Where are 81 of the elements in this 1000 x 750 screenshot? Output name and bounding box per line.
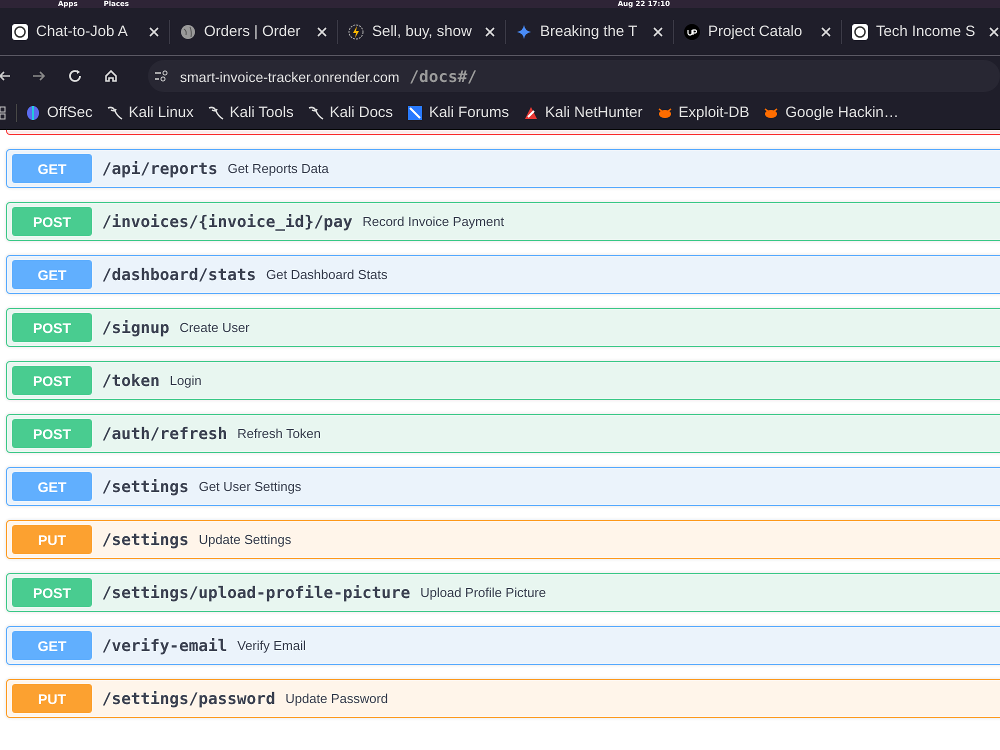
browser-tab[interactable]: Orders | Order	[170, 20, 338, 44]
browser-tab[interactable]: Sell, buy, show	[338, 20, 506, 44]
endpoint-path: /settings/password	[102, 689, 276, 708]
endpoint-card[interactable]: GET /dashboard/stats Get Dashboard Stats	[6, 255, 1000, 294]
endpoint-path: /settings	[102, 530, 189, 549]
back-icon[interactable]	[0, 69, 10, 83]
close-icon[interactable]	[653, 26, 663, 36]
browser-tab[interactable]: Breaking the T	[506, 20, 674, 44]
method-badge: POST	[12, 366, 92, 395]
endpoint-path: /invoices/{invoice_id}/pay	[102, 212, 352, 231]
endpoint-path: /settings	[102, 477, 189, 496]
forward-icon[interactable]	[32, 69, 46, 83]
endpoint-path: /settings/upload-profile-picture	[102, 583, 410, 602]
endpoint-summary: Get Reports Data	[228, 161, 329, 176]
endpoint-card[interactable]: GET /settings Get User Settings	[6, 467, 1000, 506]
endpoint-summary: Verify Email	[237, 638, 306, 653]
endpoint-card[interactable]: POST /signup Create User	[6, 308, 1000, 347]
dragon-icon	[308, 104, 324, 120]
endpoint-path: /token	[102, 371, 160, 390]
endpoint-summary: Refresh Token	[237, 426, 321, 441]
method-badge: PUT	[12, 525, 92, 554]
bookmark[interactable]: Kali Forums	[406, 104, 509, 121]
nethunter-logo-icon	[522, 104, 539, 120]
endpoint-summary: Record Invoice Payment	[362, 214, 504, 229]
endpoint-path: /verify-email	[102, 636, 228, 655]
apps-grid-icon[interactable]	[0, 106, 8, 120]
endpoint-path: /auth/refresh	[102, 424, 228, 443]
endpoint-card[interactable]: GET /verify-email Verify Email	[6, 626, 1000, 665]
method-badge: POST	[12, 207, 92, 236]
endpoint-summary: Upload Profile Picture	[420, 585, 546, 600]
method-badge: GET	[12, 631, 92, 660]
method-badge: POST	[12, 578, 92, 607]
home-icon[interactable]	[104, 69, 118, 83]
endpoint-path: /signup	[102, 318, 170, 337]
method-badge: POST	[12, 419, 92, 448]
method-badge: PUT	[12, 684, 92, 713]
endpoint-card[interactable]: GET /api/reports Get Reports Data	[6, 149, 1000, 188]
endpoint-summary: Update Password	[285, 691, 388, 706]
endpoint-card[interactable]: POST /settings/upload-profile-picture Upload Profile Picture	[6, 573, 1000, 612]
close-icon[interactable]	[821, 26, 831, 36]
bookmark[interactable]: Kali Linux	[106, 104, 194, 121]
bookmark[interactable]: Kali Tools	[208, 104, 294, 121]
sparkle-icon	[516, 24, 532, 40]
endpoint-card[interactable]: POST /token Login	[6, 361, 1000, 400]
lightning-icon	[348, 24, 364, 40]
dragon-icon	[106, 104, 123, 120]
close-icon[interactable]	[485, 26, 495, 36]
circle-logo-icon	[684, 24, 700, 40]
forum-logo-icon	[406, 104, 423, 120]
globe-icon	[180, 24, 196, 40]
endpoint-card[interactable]: POST /auth/refresh Refresh Token	[6, 414, 1000, 453]
bookmark[interactable]: OffSec	[25, 104, 93, 121]
endpoint-card[interactable]: PUT /settings/password Update Password	[6, 679, 1000, 718]
address-field[interactable]: smart-invoice-tracker.onrender.com /docs#/	[148, 60, 1000, 92]
bookmark[interactable]: Google Hackin…	[763, 104, 899, 121]
method-badge: GET	[12, 472, 92, 501]
browser-tab[interactable]: Tech Income S	[842, 20, 1000, 44]
endpoint-summary: Login	[170, 373, 202, 388]
browser-tab[interactable]: Chat-to-Job A	[2, 20, 170, 44]
method-badge: GET	[12, 154, 92, 183]
method-badge: GET	[12, 260, 92, 289]
close-icon[interactable]	[989, 26, 999, 36]
endpoint-card[interactable]: PUT /settings Update Settings	[6, 520, 1000, 559]
endpoint-summary: Update Settings	[198, 532, 292, 547]
method-badge: POST	[12, 313, 92, 342]
browser-tab[interactable]: Project Catalo	[674, 20, 842, 44]
site-settings-icon	[154, 70, 168, 82]
endpoint-summary: Get Dashboard Stats	[266, 267, 388, 282]
endpoint-path: /dashboard/stats	[102, 265, 256, 284]
endpoint-summary: Create User	[179, 320, 250, 335]
close-icon[interactable]	[149, 26, 159, 36]
offsec-logo-icon	[25, 104, 41, 120]
reload-icon[interactable]	[68, 69, 82, 83]
endpoint-path: /api/reports	[102, 159, 218, 178]
endpoint-summary: Get User Settings	[198, 479, 302, 494]
bookmark[interactable]: Exploit-DB	[656, 104, 750, 121]
bookmark[interactable]: Kali NetHunter	[522, 104, 643, 121]
dragon-icon	[208, 104, 224, 120]
close-icon[interactable]	[317, 26, 327, 36]
endpoint-card[interactable]: POST /invoices/{invoice_id}/pay Record Invoice Payment	[6, 202, 1000, 241]
bookmark[interactable]: Kali Docs	[308, 104, 393, 121]
